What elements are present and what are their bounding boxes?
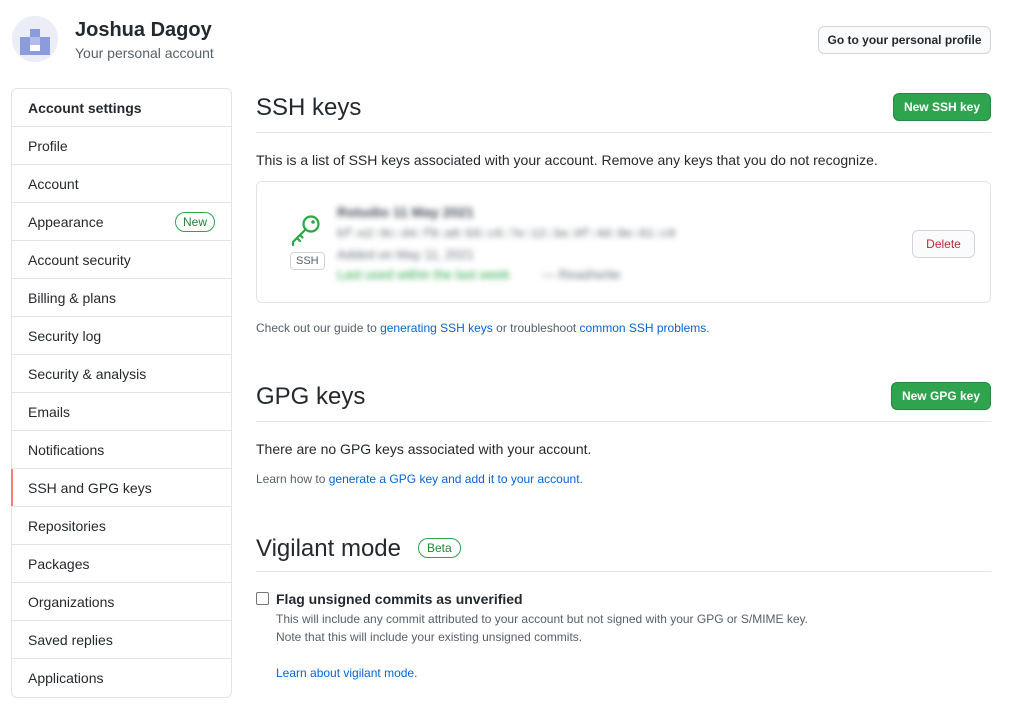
sidebar-heading: Account settings: [12, 89, 231, 127]
sidebar-item-label: Emails: [28, 403, 71, 420]
new-gpg-key-button[interactable]: New GPG key: [891, 382, 991, 410]
ssh-guide-text: Check out our guide to generating SSH ke…: [256, 321, 710, 335]
ssh-problems-link[interactable]: common SSH problems: [580, 321, 707, 335]
key-last-used: Last used within the last week: [337, 267, 510, 282]
key-added-date: Added on May 11, 2021: [337, 247, 475, 262]
sidebar-item-organizations[interactable]: Organizations: [12, 583, 231, 621]
generate-gpg-key-link[interactable]: generate a GPG key and add it to your ac…: [329, 472, 580, 486]
gpg-keys-title: GPG keys: [256, 383, 366, 410]
ssh-key-item: SSH Rstudio 11 May 2021 bf:e2:9c:d4:f8:a…: [256, 181, 991, 303]
settings-sidebar: Account settings Profile Account Appeara…: [11, 88, 232, 698]
sidebar-item-label: Profile: [28, 137, 68, 154]
sidebar-item-applications[interactable]: Applications: [12, 659, 231, 697]
user-subtitle: Your personal account: [75, 45, 214, 61]
sidebar-item-ssh-gpg-keys[interactable]: SSH and GPG keys: [11, 469, 231, 507]
sidebar-item-appearance[interactable]: Appearance New: [12, 203, 231, 241]
flag-unsigned-checkbox[interactable]: [256, 592, 269, 605]
delete-key-button[interactable]: Delete: [912, 230, 975, 258]
avatar[interactable]: [12, 16, 58, 62]
ssh-type-label: SSH: [290, 252, 325, 270]
vigilant-desc-line1: This will include any commit attributed …: [276, 612, 809, 626]
gpg-divider: [256, 421, 991, 422]
ssh-description: This is a list of SSH keys associated wi…: [256, 152, 878, 168]
guide-middle: or troubleshoot: [492, 321, 580, 335]
vigilant-divider: [256, 571, 991, 572]
sidebar-item-security-analysis[interactable]: Security & analysis: [12, 355, 231, 393]
vigilant-mode-title: Vigilant mode: [256, 535, 401, 562]
flag-unsigned-label[interactable]: Flag unsigned commits as unverified: [276, 591, 523, 607]
sidebar-item-label: Saved replies: [28, 631, 113, 648]
ssh-divider: [256, 132, 991, 133]
gpg-learn-text: Learn how to generate a GPG key and add …: [256, 472, 583, 486]
sidebar-item-label: Applications: [28, 670, 104, 686]
sidebar-item-label: Packages: [28, 555, 90, 572]
beta-badge: Beta: [418, 538, 461, 558]
sidebar-item-saved-replies[interactable]: Saved replies: [12, 621, 231, 659]
sidebar-item-label: SSH and GPG keys: [28, 479, 152, 496]
user-name: Joshua Dagoy: [75, 19, 212, 41]
guide-prefix: Check out our guide to: [256, 321, 381, 335]
vigilant-desc-line2: Note that this will include your existin…: [276, 630, 583, 644]
sidebar-item-label: Account: [28, 175, 79, 192]
learn-prefix: Learn how to: [256, 472, 329, 486]
generating-ssh-keys-link[interactable]: generating SSH keys: [380, 321, 493, 335]
new-badge: New: [174, 211, 215, 232]
gpg-empty-text: There are no GPG keys associated with yo…: [256, 441, 592, 457]
key-fingerprint: bf:e2:9c:d4:f8:a0:b5:c6:7e:12:3a:9f:4d:8…: [337, 227, 676, 241]
learn-suffix: .: [579, 472, 583, 486]
ssh-keys-title: SSH keys: [256, 94, 362, 121]
personal-profile-button[interactable]: Go to your personal profile: [818, 26, 991, 54]
sidebar-item-label: Security & analysis: [28, 365, 147, 382]
vigilant-learn-text: Learn about vigilant mode.: [276, 666, 417, 680]
learn-vigilant-mode-link[interactable]: Learn about vigilant mode.: [276, 666, 417, 680]
key-icon: [289, 212, 323, 247]
guide-suffix: .: [706, 321, 710, 335]
sidebar-item-security-log[interactable]: Security log: [12, 317, 231, 355]
key-title: Rstudio 11 May 2021: [337, 204, 474, 220]
sidebar-item-notifications[interactable]: Notifications: [12, 431, 231, 469]
sidebar-item-packages[interactable]: Packages: [12, 545, 231, 583]
sidebar-item-label: Security log: [28, 327, 102, 344]
sidebar-item-account[interactable]: Account: [12, 165, 231, 203]
sidebar-item-emails[interactable]: Emails: [12, 393, 231, 431]
sidebar-item-label: Billing & plans: [28, 289, 116, 306]
new-ssh-key-button[interactable]: New SSH key: [893, 93, 991, 121]
sidebar-item-label: Notifications: [28, 441, 105, 458]
identicon-icon: [12, 16, 58, 62]
sidebar-item-label: Repositories: [28, 517, 106, 534]
sidebar-item-label: Account security: [28, 251, 131, 268]
sidebar-item-repositories[interactable]: Repositories: [12, 507, 231, 545]
sidebar-item-profile[interactable]: Profile: [12, 127, 231, 165]
sidebar-item-billing[interactable]: Billing & plans: [12, 279, 231, 317]
sidebar-item-label: Organizations: [28, 593, 115, 610]
key-access: — Read/write: [542, 267, 621, 282]
sidebar-item-account-security[interactable]: Account security: [12, 241, 231, 279]
sidebar-item-label: Appearance: [28, 213, 104, 230]
